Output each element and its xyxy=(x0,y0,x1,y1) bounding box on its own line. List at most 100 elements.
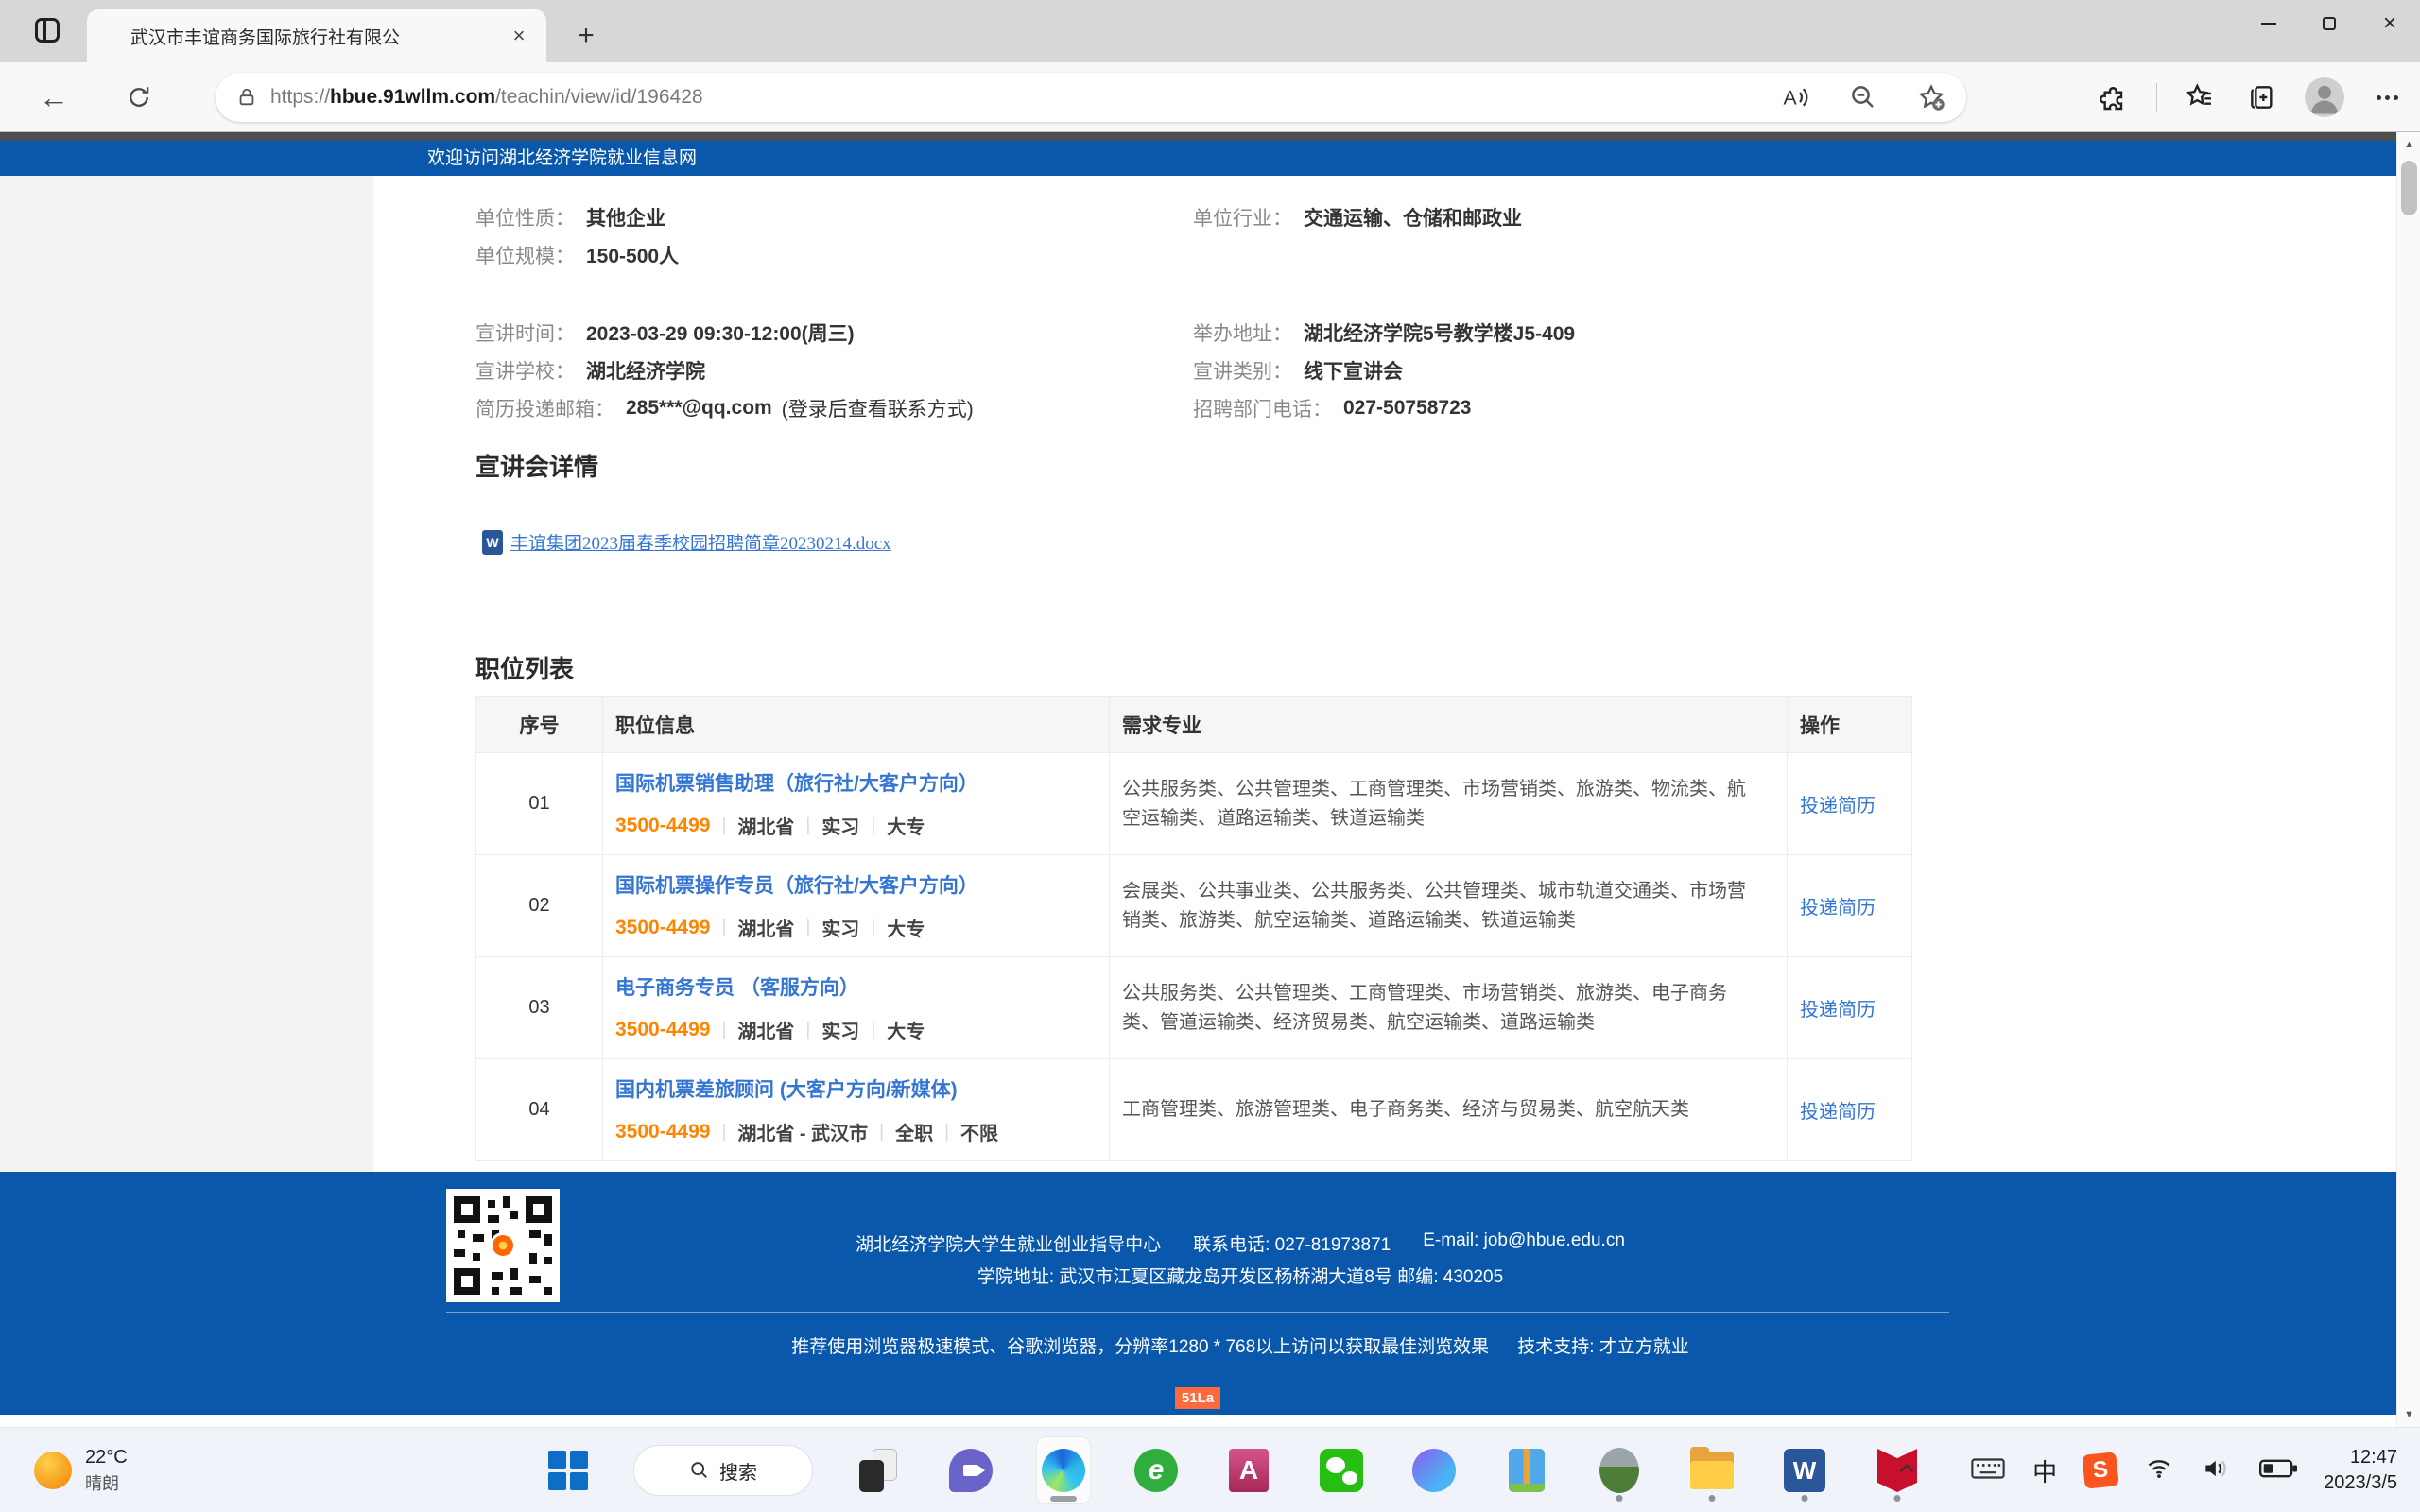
job-title-link[interactable]: 国际机票销售助理（旅行社/大客户方向） xyxy=(615,768,978,797)
col-header-action: 操作 xyxy=(1788,697,1913,752)
sogou-icon[interactable]: S xyxy=(2082,1452,2119,1489)
url-host: hbue.91wllm.com xyxy=(330,86,495,108)
clock-date: 2023/3/5 xyxy=(2324,1470,2397,1496)
settings-menu-button[interactable] xyxy=(2367,77,2407,117)
close-button[interactable]: × xyxy=(2360,0,2420,47)
wifi-button[interactable] xyxy=(2144,1455,2174,1486)
taskbar-app-word[interactable]: W xyxy=(1777,1436,1832,1504)
taskbar-app-access[interactable]: A xyxy=(1221,1436,1276,1504)
web-page: 欢迎访问湖北经济学院就业信息网 单位性质： 其他企业 单位行业： 交通运输、仓储… xyxy=(0,132,2420,1427)
taskbar-app-wechat[interactable] xyxy=(1314,1436,1369,1504)
job-title-link[interactable]: 国内机票差旅顾问 (大客户方向/新媒体) xyxy=(615,1074,958,1103)
job-tag: 全职 xyxy=(895,1118,933,1145)
job-meta: 3500-4499 |湖北省|实习|大专 xyxy=(615,1016,925,1043)
job-info-cell: 电子商务专员 （客服方向） 3500-4499 |湖北省|实习|大专 xyxy=(603,957,1110,1058)
job-info-cell: 国际机票操作专员（旅行社/大客户方向） 3500-4499 |湖北省|实习|大专 xyxy=(603,855,1110,956)
taskbar-app-edge[interactable] xyxy=(1036,1436,1091,1504)
attachment-link[interactable]: 丰谊集团2023届春季校园招聘简章20230214.docx xyxy=(510,529,891,555)
job-title-link[interactable]: 国际机票操作专员（旅行社/大客户方向） xyxy=(615,870,978,899)
start-button[interactable] xyxy=(541,1436,596,1504)
taskbar-app-devices[interactable] xyxy=(851,1436,906,1504)
address-bar[interactable]: https://hbue.91wllm.com/teachin/view/id/… xyxy=(216,73,1966,122)
chat-icon xyxy=(949,1449,993,1492)
page-top-bar xyxy=(0,132,2420,141)
maximize-button[interactable] xyxy=(2299,0,2360,47)
job-action-cell: 投递简历 xyxy=(1788,1059,1913,1160)
ime-indicator[interactable]: 中 xyxy=(2032,1453,2057,1488)
refresh-button[interactable] xyxy=(117,76,161,119)
url-scheme: https:// xyxy=(270,86,330,108)
extensions-button[interactable] xyxy=(2094,77,2134,117)
taskbar-app-chat[interactable] xyxy=(943,1436,998,1504)
footer-recommendation: 推荐使用浏览器极速模式、谷歌浏览器，分辨率1280 * 768以上访问以获取最佳… xyxy=(791,1332,1489,1358)
job-salary: 3500-4499 xyxy=(615,917,710,939)
tab-actions-icon[interactable] xyxy=(28,11,66,49)
footer-phone: 联系电话: 027-81973871 xyxy=(1193,1230,1391,1256)
close-icon: × xyxy=(2383,12,2396,35)
taskbar-app-360browser[interactable]: e xyxy=(1129,1436,1184,1504)
job-meta: 3500-4499 |湖北省|实习|大专 xyxy=(615,812,925,839)
taskbar-app-photos[interactable] xyxy=(1592,1436,1647,1504)
scrollbar-thumb[interactable] xyxy=(2401,161,2417,215)
clock-time: 12:47 xyxy=(2324,1445,2397,1470)
51la-badge[interactable]: 51La xyxy=(1175,1387,1220,1409)
unit-industry-label: 单位行业： xyxy=(1193,203,1292,232)
taskbar-app-explorer[interactable] xyxy=(1685,1436,1739,1504)
job-action-cell: 投递简历 xyxy=(1788,855,1913,956)
screen: 武汉市丰谊商务国际旅行社有限公 × + × ← https://hbue.91w… xyxy=(0,0,2420,1512)
taskbar-app-quark[interactable] xyxy=(1407,1436,1461,1504)
new-tab-button[interactable]: + xyxy=(567,17,605,55)
page-scrollbar[interactable]: ▲ ▼ xyxy=(2396,132,2420,1427)
hidden-icons-button[interactable] xyxy=(1894,1456,1919,1486)
refresh-icon xyxy=(126,84,152,111)
favorites-button[interactable] xyxy=(2180,77,2220,117)
back-button[interactable]: ← xyxy=(32,76,76,119)
battery-button[interactable] xyxy=(2259,1456,2297,1486)
taskbar-clock[interactable]: 12:47 2023/3/5 xyxy=(2324,1445,2397,1496)
word-doc-icon: W xyxy=(482,530,503,555)
footer-bottom-strip xyxy=(0,1415,2420,1427)
scrollbar-down-arrow[interactable]: ▼ xyxy=(2397,1402,2420,1427)
job-meta: 3500-4499 |湖北省 - 武汉市|全职|不限 xyxy=(615,1118,998,1145)
jobs-table-body: 01 国际机票销售助理（旅行社/大客户方向） 3500-4499 |湖北省|实习… xyxy=(476,752,1911,1160)
taskbar-app-zip[interactable] xyxy=(1499,1436,1554,1504)
job-index: 01 xyxy=(476,753,603,854)
footer-divider xyxy=(446,1312,1949,1313)
school-label: 宣讲学校： xyxy=(475,356,575,385)
tab-close-icon[interactable]: × xyxy=(505,22,533,50)
maximize-icon xyxy=(2323,17,2336,30)
weather-condition: 晴朗 xyxy=(85,1470,128,1495)
profile-avatar[interactable] xyxy=(2305,77,2344,117)
apply-resume-link[interactable]: 投递简历 xyxy=(1800,994,1876,1022)
browser-toolbar: ← https://hbue.91wllm.com/teachin/view/i… xyxy=(0,62,2420,132)
job-salary: 3500-4499 xyxy=(615,815,710,837)
volume-button[interactable] xyxy=(2201,1455,2233,1486)
jobs-table-header: 序号 职位信息 需求专业 操作 xyxy=(476,697,1911,752)
job-title-link[interactable]: 电子商务专员 （客服方向） xyxy=(615,972,859,1001)
scrollbar-up-arrow[interactable]: ▲ xyxy=(2397,132,2420,157)
star-add-icon xyxy=(1917,83,1945,112)
email-note: (登录后查看联系方式) xyxy=(782,394,974,422)
puzzle-icon xyxy=(2099,82,2129,112)
minimize-button[interactable] xyxy=(2238,0,2299,47)
job-tag: 湖北省 xyxy=(737,812,794,839)
apply-resume-link[interactable]: 投递简历 xyxy=(1800,892,1876,919)
zoom-out-button[interactable] xyxy=(1843,77,1883,117)
browser-tab[interactable]: 武汉市丰谊商务国际旅行社有限公 × xyxy=(87,9,546,62)
add-favorite-button[interactable] xyxy=(1911,77,1951,117)
phone-value: 027-50758723 xyxy=(1343,397,1471,420)
taskbar-search[interactable]: 搜索 xyxy=(633,1445,813,1496)
apply-resume-link[interactable]: 投递简历 xyxy=(1800,1096,1876,1124)
apply-resume-link[interactable]: 投递简历 xyxy=(1800,790,1876,817)
collections-button[interactable] xyxy=(2242,77,2282,117)
footer-contact-line: 湖北经济学院大学生就业创业指导中心 联系电话: 027-81973871 E-m… xyxy=(427,1230,2053,1256)
weather-widget[interactable]: 22°C 晴朗 xyxy=(34,1428,128,1512)
url-text[interactable]: https://hbue.91wllm.com/teachin/view/id/… xyxy=(270,86,1775,109)
unit-nature-row: 单位性质： 其他企业 xyxy=(475,203,666,232)
running-dot xyxy=(1802,1495,1808,1502)
school-value: 湖北经济学院 xyxy=(586,356,705,385)
read-aloud-button[interactable]: A xyxy=(1775,77,1815,117)
toolbar-divider xyxy=(2156,83,2157,112)
job-majors: 会展类、公共事业类、公共服务类、公共管理类、城市轨道交通类、市场营销类、旅游类、… xyxy=(1110,855,1788,956)
touch-keyboard-button[interactable] xyxy=(1970,1454,2006,1487)
